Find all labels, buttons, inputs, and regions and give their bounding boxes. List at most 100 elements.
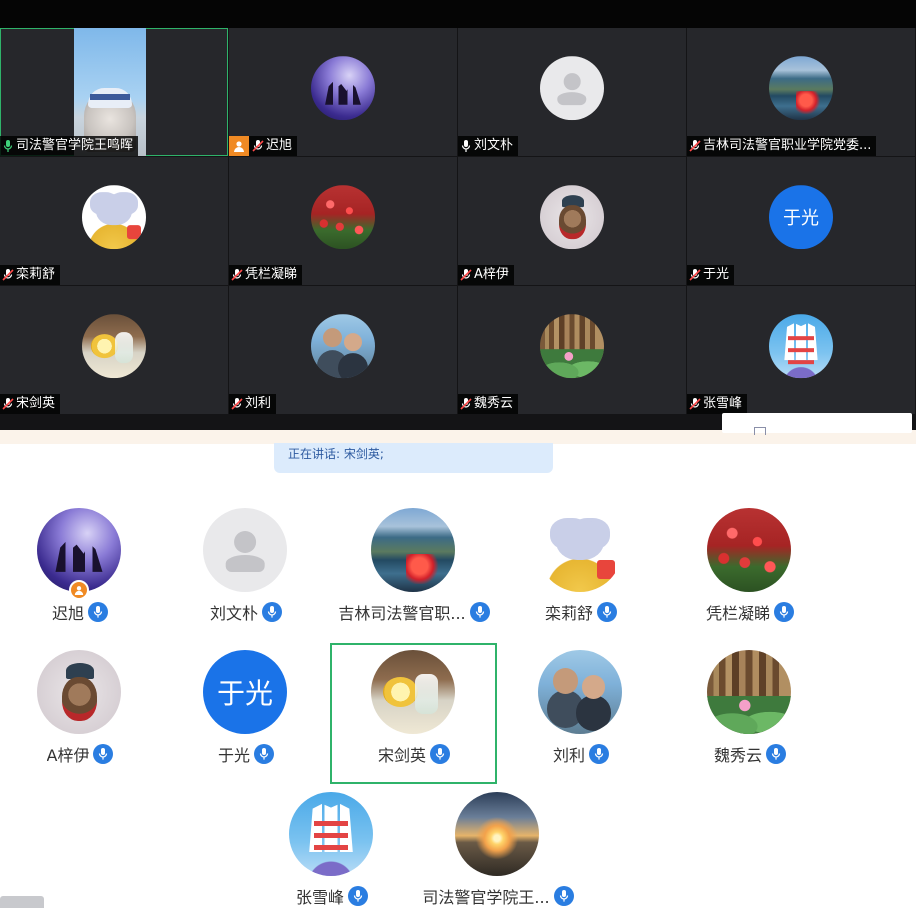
mic-muted-icon	[460, 269, 472, 281]
participant-item[interactable]: 迟旭	[0, 508, 160, 638]
tile-name: 迟旭	[266, 138, 293, 153]
speaking-indicator: 正在讲话: 宋剑英;	[274, 443, 553, 473]
participant-name-row: 魏秀云	[670, 742, 830, 766]
mic-muted-icon	[689, 269, 701, 281]
participant-item[interactable]: 司法警官学院王...	[418, 792, 578, 908]
participant-avatar	[538, 508, 622, 592]
mic-icon[interactable]	[766, 744, 786, 764]
mic-icon[interactable]	[88, 602, 108, 622]
popup-card[interactable]	[722, 413, 912, 435]
tile-nametag: 魏秀云	[458, 394, 519, 414]
participant-item[interactable]: 吉林司法警官职...	[334, 508, 494, 638]
mic-icon[interactable]	[348, 886, 368, 906]
mic-muted-icon	[689, 398, 701, 410]
participant-name: 吉林司法警官职...	[338, 604, 466, 623]
top-bar	[0, 0, 916, 28]
tile-name: 魏秀云	[474, 396, 514, 411]
tile-name: A梓伊	[474, 267, 509, 282]
mic-muted-icon	[252, 140, 264, 152]
mic-muted-icon	[2, 269, 14, 281]
video-tile[interactable]: 司法警官学院王鸣晖	[0, 28, 228, 156]
video-tile[interactable]: 宋剑英	[0, 286, 228, 414]
participant-name-row: 刘利	[501, 742, 661, 766]
participant-item[interactable]: 栾莉舒	[501, 508, 661, 638]
avatar-initials: 于光	[783, 208, 819, 230]
participant-avatar	[538, 650, 622, 734]
speaking-label: 正在讲话: 宋剑英;	[288, 447, 384, 461]
video-tile[interactable]: 吉林司法警官职业学院党委...	[687, 28, 915, 156]
participant-name: 刘文朴	[209, 604, 258, 623]
participant-avatar	[311, 314, 375, 379]
mic-icon[interactable]	[553, 886, 574, 906]
participant-item[interactable]: A梓伊	[0, 650, 160, 780]
participant-name: 栾莉舒	[544, 604, 593, 623]
tile-nametag: 刘文朴	[458, 136, 519, 156]
video-tile[interactable]: 于光 于光	[687, 157, 915, 285]
mic-icon[interactable]	[254, 744, 274, 764]
video-tile[interactable]: 迟旭	[229, 28, 457, 156]
participant-avatar: 于光	[769, 185, 833, 250]
participant-name: 张雪峰	[295, 888, 344, 907]
participant-avatar	[37, 650, 121, 734]
participant-item[interactable]: 刘利	[501, 650, 661, 780]
tile-name: 宋剑英	[16, 396, 56, 411]
participant-name-row: 凭栏凝睇	[670, 600, 830, 624]
tile-name: 司法警官学院王鸣晖	[16, 138, 134, 153]
participant-item[interactable]: 张雪峰	[252, 792, 412, 908]
participant-avatar	[203, 508, 287, 592]
participant-avatar	[769, 56, 833, 121]
participant-item[interactable]: 凭栏凝睇	[670, 508, 830, 638]
tile-nametag: 宋剑英	[0, 394, 61, 414]
participant-item[interactable]: 魏秀云	[670, 650, 830, 780]
participant-name-row: 刘文朴	[166, 600, 326, 624]
avatar-initials: 于光	[216, 677, 273, 710]
tile-nametag: 迟旭	[229, 136, 298, 156]
participant-avatar	[311, 56, 375, 121]
video-tile[interactable]: 魏秀云	[458, 286, 686, 414]
participant-name: 刘利	[552, 746, 585, 765]
participant-item[interactable]: 于光 于光	[166, 650, 326, 780]
participant-name-row: 于光	[166, 742, 326, 766]
mic-icon[interactable]	[469, 602, 490, 622]
tile-name: 于光	[703, 267, 730, 282]
participant-avatar: 于光	[203, 650, 287, 734]
participant-avatar	[455, 792, 539, 876]
participant-avatar	[311, 185, 375, 250]
participant-avatar	[540, 56, 604, 121]
mic-icon[interactable]	[774, 602, 794, 622]
mic-icon[interactable]	[262, 602, 282, 622]
participant-item[interactable]: 刘文朴	[166, 508, 326, 638]
tile-name: 吉林司法警官职业学院党委...	[703, 138, 872, 153]
video-tile[interactable]: 刘文朴	[458, 28, 686, 156]
participant-name: 凭栏凝睇	[705, 604, 770, 623]
video-tile[interactable]: 刘利	[229, 286, 457, 414]
corner-tab[interactable]	[0, 896, 44, 908]
video-tile[interactable]: A梓伊	[458, 157, 686, 285]
mic-icon[interactable]	[93, 744, 114, 764]
host-icon	[69, 580, 89, 600]
mic-muted-icon	[231, 269, 243, 281]
mic-muted-icon	[689, 140, 701, 152]
tile-name: 刘利	[245, 396, 272, 411]
participant-name: 迟旭	[51, 604, 84, 623]
video-tile[interactable]: 栾莉舒	[0, 157, 228, 285]
participant-name-row: 栾莉舒	[501, 600, 661, 624]
video-tile[interactable]: 张雪峰	[687, 286, 915, 414]
mic-icon[interactable]	[597, 602, 617, 622]
participant-name-row: A梓伊	[0, 742, 160, 766]
tile-nametag: 张雪峰	[687, 394, 748, 414]
mic-muted-icon	[2, 398, 14, 410]
participant-name-row: 迟旭	[0, 600, 160, 624]
participant-avatar	[82, 185, 146, 250]
tile-nametag: 吉林司法警官职业学院党委...	[687, 136, 877, 156]
participant-avatar	[289, 792, 373, 876]
participant-avatar	[769, 314, 833, 379]
tile-name: 栾莉舒	[16, 267, 56, 282]
tile-nametag: 于光	[687, 265, 735, 285]
video-tile[interactable]: 凭栏凝睇	[229, 157, 457, 285]
mic-icon[interactable]	[589, 744, 609, 764]
tile-nametag: 司法警官学院王鸣晖	[0, 136, 139, 156]
tile-name: 凭栏凝睇	[245, 267, 298, 282]
tile-nametag: A梓伊	[458, 265, 514, 285]
participant-name: 魏秀云	[713, 746, 762, 765]
